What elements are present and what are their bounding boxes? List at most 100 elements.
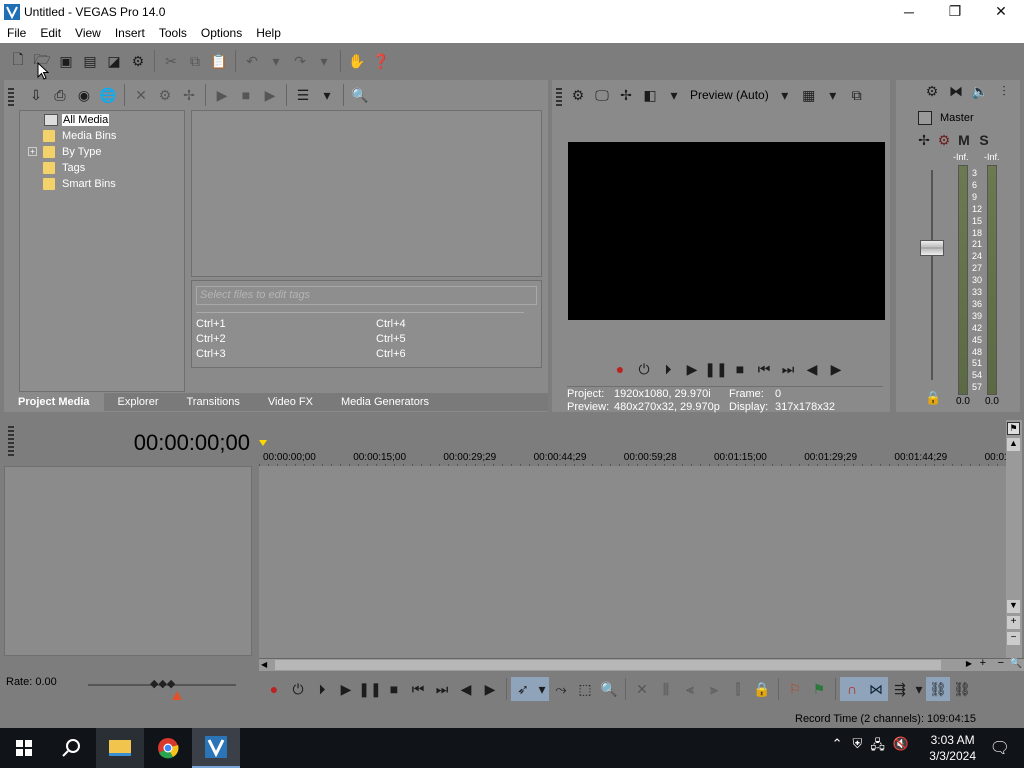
menu-view[interactable]: View [68, 26, 108, 40]
zoom-out-time-icon[interactable]: − [998, 657, 1004, 669]
copy-snapshot-icon[interactable]: ⧉ [845, 83, 869, 107]
start-button[interactable] [0, 728, 48, 768]
tree-item-smart-bins[interactable]: Smart Bins [43, 176, 116, 192]
preview-fx-gear-icon[interactable]: ⚙ [566, 83, 590, 107]
preview-quality-select[interactable]: Preview (Auto) [690, 88, 769, 102]
import-media-icon[interactable]: ⇩ [24, 83, 48, 107]
lock-event-icon[interactable]: 🔒 [750, 677, 774, 701]
zoom-in-time-icon[interactable]: + [980, 657, 986, 669]
pause-icon[interactable]: ❚❚ [358, 677, 382, 701]
scroll-up-icon[interactable]: ▲ [1007, 438, 1020, 451]
zoom-tool-icon[interactable]: 🔍 [597, 677, 621, 701]
next-frame-icon[interactable]: ▶ [824, 357, 848, 381]
tree-item-all-media[interactable]: All Media [62, 112, 110, 128]
tab-media-generators[interactable]: Media Generators [327, 393, 443, 411]
go-to-start-icon[interactable]: ⏮ [752, 357, 776, 381]
tree-item-by-type[interactable]: By Type [43, 144, 102, 160]
network-icon[interactable]: 🖧 [870, 736, 885, 758]
trim-icon[interactable]: ⫼ [654, 677, 678, 701]
render-icon[interactable]: ◪ [102, 49, 126, 73]
menu-help[interactable]: Help [249, 26, 288, 40]
tab-video-fx[interactable]: Video FX [254, 393, 327, 411]
pane-gripper[interactable] [8, 426, 14, 456]
trim-end-icon[interactable]: ⫸ [702, 677, 726, 701]
notifications-icon[interactable]: 🗨 [990, 738, 1010, 758]
record-icon[interactable]: ● [262, 677, 286, 701]
properties-gear-icon[interactable]: ⚙ [126, 49, 150, 73]
views-dropdown-icon[interactable]: ▾ [315, 83, 339, 107]
menu-edit[interactable]: Edit [33, 26, 68, 40]
scroll-down-icon[interactable]: ▼ [1007, 600, 1020, 613]
horizontal-scrollbar[interactable]: ◀ ▶ + − 🔍 [259, 657, 1024, 671]
overlays-grid-icon[interactable]: ▦ [797, 83, 821, 107]
selection-tool-icon[interactable]: ⬚ [573, 677, 597, 701]
tag-shortcut[interactable]: Ctrl+4 [376, 318, 406, 330]
overlays-dropdown-icon[interactable]: ▾ [821, 83, 845, 107]
cut-icon[interactable]: ✂ [159, 49, 183, 73]
menu-file[interactable]: File [0, 26, 33, 40]
tab-transitions[interactable]: Transitions [173, 393, 254, 411]
save-icon[interactable]: ▣ [54, 49, 78, 73]
menu-tools[interactable]: Tools [152, 26, 194, 40]
vegas-taskbar-icon[interactable] [192, 728, 240, 768]
previous-frame-icon[interactable]: ◀ [454, 677, 478, 701]
record-icon[interactable]: ● [608, 357, 632, 381]
snapping-magnet-icon[interactable]: ∩ [840, 677, 864, 701]
tab-project-media[interactable]: Project Media [4, 393, 104, 411]
auto-crossfade-icon[interactable]: ⋈ [864, 677, 888, 701]
tag-shortcut[interactable]: Ctrl+6 [376, 348, 406, 360]
speaker-icon[interactable]: 🔈 [968, 79, 992, 103]
tag-shortcut[interactable]: Ctrl+2 [196, 333, 226, 345]
whats-this-help-icon[interactable]: ❓ [369, 49, 393, 73]
stop-icon[interactable]: ■ [382, 677, 406, 701]
rate-slider-handle[interactable]: ◆◆◆ [150, 677, 175, 690]
split-icon[interactable]: ⫿ [726, 677, 750, 701]
chrome-icon[interactable] [144, 728, 192, 768]
menu-insert[interactable]: Insert [108, 26, 152, 40]
capture-video-icon[interactable]: ⎙ [48, 83, 72, 107]
marker-flag-icon[interactable]: ⚑ [1007, 422, 1020, 435]
start-preview-icon[interactable]: ▶ [210, 83, 234, 107]
insert-region-icon[interactable]: ⚑ [807, 677, 831, 701]
auto-preview-icon[interactable]: ▶ [258, 83, 282, 107]
media-properties-icon[interactable]: ✢ [177, 83, 201, 107]
stop-icon[interactable]: ■ [728, 357, 752, 381]
track-lane[interactable] [259, 466, 1006, 658]
master-mute-button[interactable]: M [954, 132, 974, 148]
close-button[interactable]: ✕ [978, 0, 1024, 23]
split-dropdown-icon[interactable]: ▾ [662, 83, 686, 107]
menu-options[interactable]: Options [194, 26, 249, 40]
master-solo-button[interactable]: S [974, 132, 994, 148]
mixer-icon[interactable]: ⫶ [992, 79, 1016, 103]
envelope-tool-icon[interactable]: ⤳ [549, 677, 573, 701]
tree-item-tags[interactable]: Tags [43, 160, 85, 176]
master-fader-handle[interactable] [920, 240, 944, 256]
lock-envelopes-icon[interactable]: ⛓ [926, 677, 950, 701]
maximize-button[interactable]: ❐ [932, 0, 978, 23]
paste-icon[interactable]: 📋 [207, 49, 231, 73]
tree-item-media-bins[interactable]: Media Bins [43, 128, 116, 144]
redo-icon[interactable]: ↷ [288, 49, 312, 73]
play-icon[interactable]: ▶ [680, 357, 704, 381]
loop-playback-icon[interactable]: ⏻ [632, 357, 656, 381]
tag-shortcut[interactable]: Ctrl+1 [196, 318, 226, 330]
file-explorer-icon[interactable] [96, 728, 144, 768]
cursor-hand-icon[interactable]: ✋ [345, 49, 369, 73]
previous-frame-icon[interactable]: ◀ [800, 357, 824, 381]
media-list[interactable] [191, 110, 542, 277]
timeline-ruler[interactable]: 00:00:00;00 00:00:15;00 00:00:29;29 00:00:4… [259, 448, 1012, 466]
delete-icon[interactable]: ✕ [630, 677, 654, 701]
tab-explorer[interactable]: Explorer [104, 393, 173, 411]
zoom-in-track-icon[interactable]: + [1007, 616, 1020, 629]
expand-by-type-icon[interactable]: + [28, 147, 37, 156]
search-icon[interactable] [48, 728, 96, 768]
video-preview-screen[interactable] [568, 142, 885, 320]
scroll-thumb[interactable] [275, 660, 941, 670]
master-fx-gear-icon[interactable]: ⚙ [920, 79, 944, 103]
stop-preview-icon[interactable]: ■ [234, 83, 258, 107]
zoom-out-track-icon[interactable]: − [1007, 632, 1020, 645]
show-hidden-icons-icon[interactable]: ⌃ [832, 736, 843, 758]
pause-icon[interactable]: ❚❚ [704, 357, 728, 381]
loop-playback-icon[interactable]: ⏻ [286, 677, 310, 701]
ignore-grouping-icon[interactable]: ⛓ [950, 677, 974, 701]
